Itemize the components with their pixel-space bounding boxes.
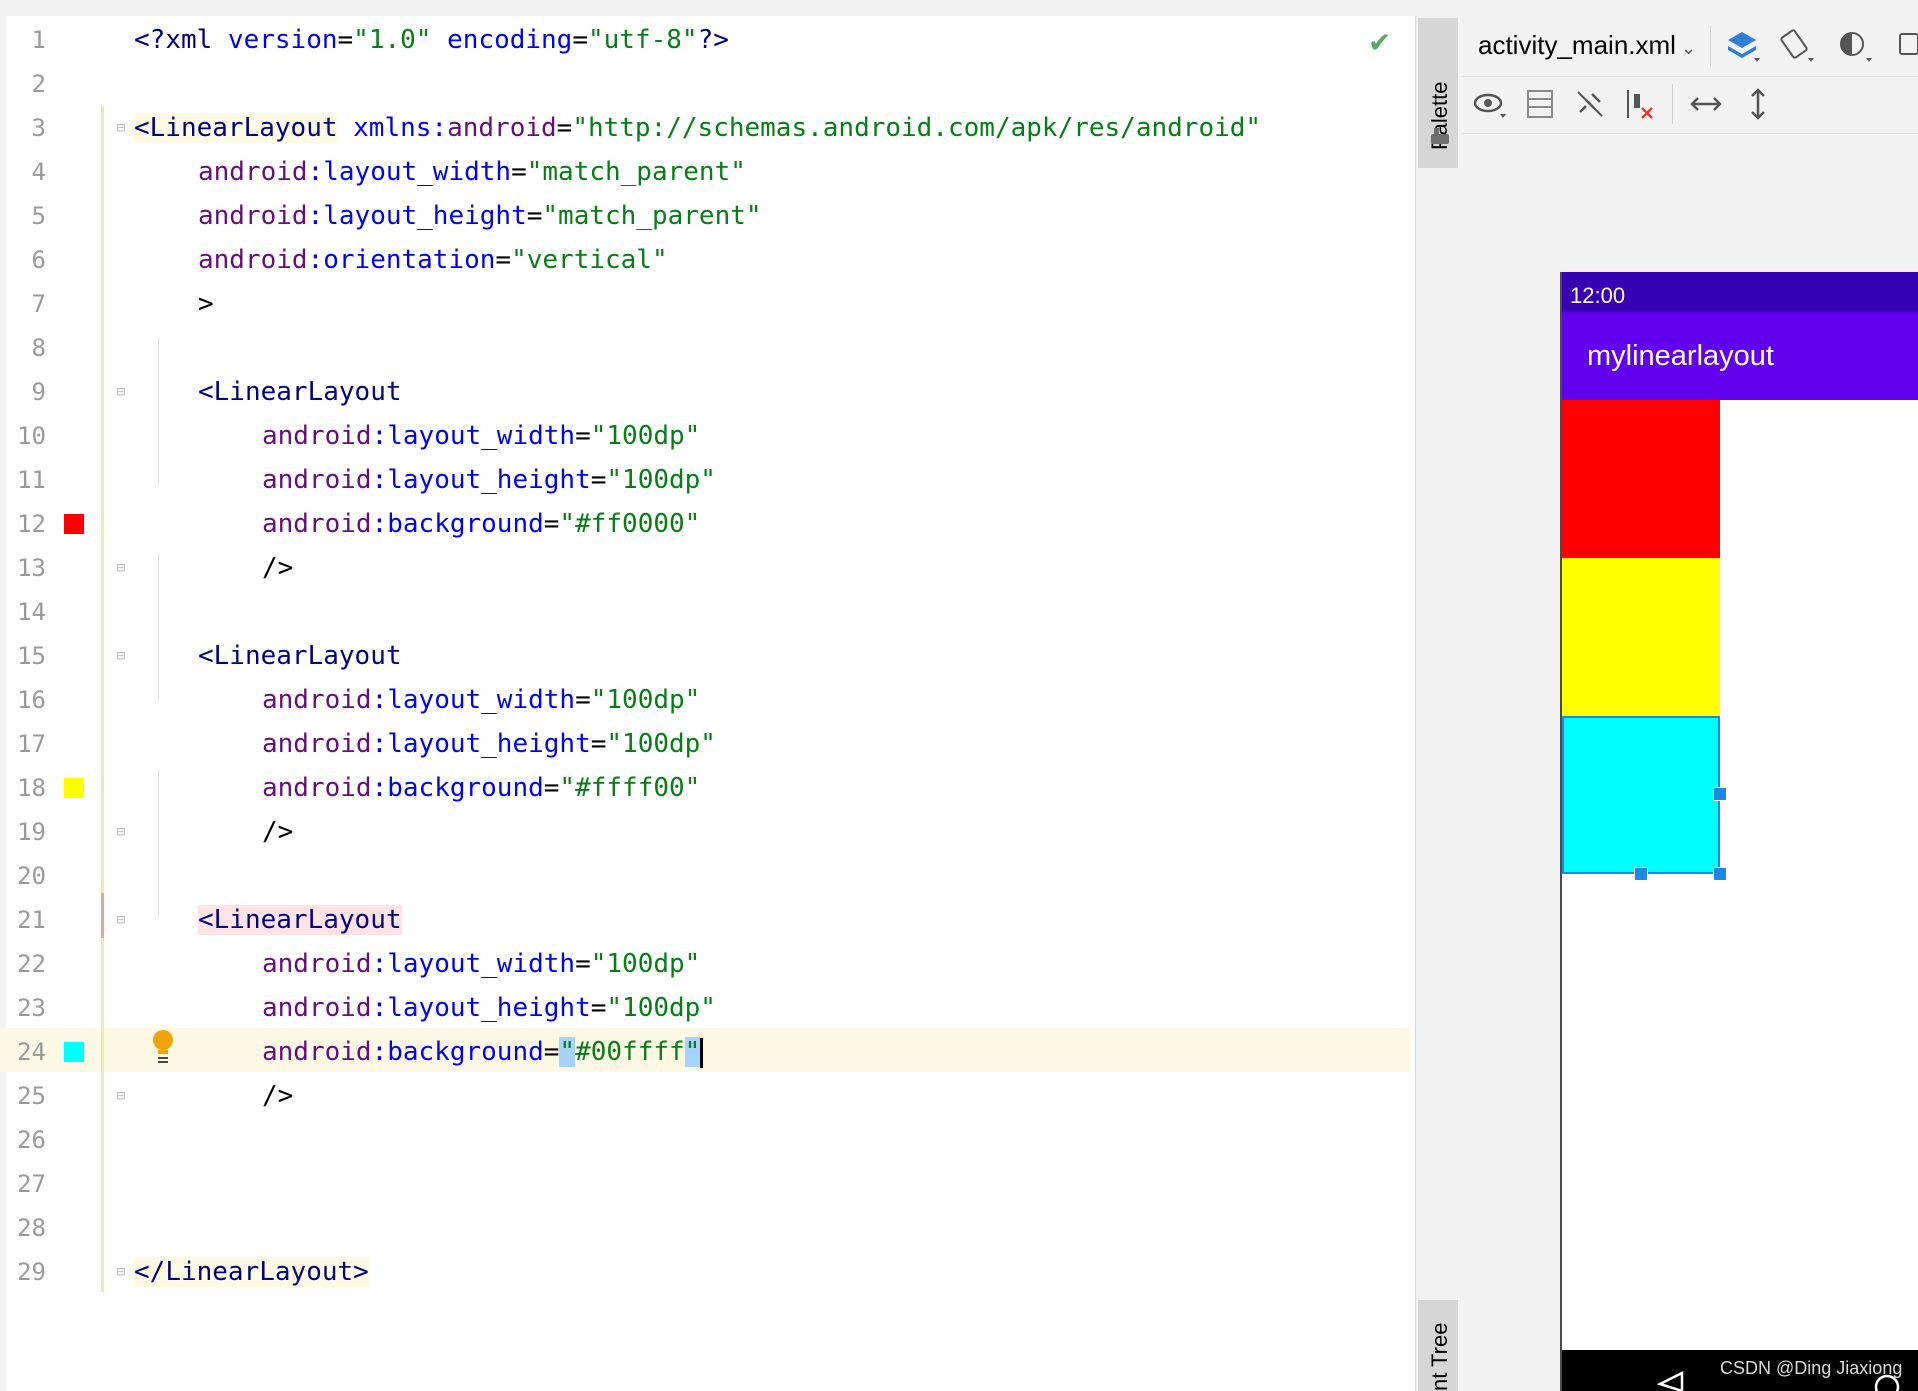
top-strip xyxy=(0,0,1918,17)
code-line-16[interactable]: android:layout_width="100dp" xyxy=(262,678,700,722)
code-line-25[interactable]: /> xyxy=(262,1074,293,1118)
line-number: 28 xyxy=(17,1214,46,1242)
code-line-22[interactable]: android:layout_width="100dp" xyxy=(262,942,700,986)
code-line-24[interactable]: android:background="#00ffff" xyxy=(262,1030,704,1074)
preview-box-red[interactable] xyxy=(1562,400,1720,558)
code-line-11[interactable]: android:layout_height="100dp" xyxy=(262,458,716,502)
view-options-icon[interactable] xyxy=(1472,86,1512,122)
toolbar-separator xyxy=(1710,26,1711,66)
line-number: 4 xyxy=(31,158,46,186)
expand-vertical-icon[interactable] xyxy=(1740,86,1776,122)
check-icon: ✔ xyxy=(1368,26,1392,59)
watermark: CSDN @Ding Jiaxiong xyxy=(1720,1358,1903,1378)
code-line-10[interactable]: android:layout_width="100dp" xyxy=(262,414,700,458)
line-number: 16 xyxy=(17,686,46,714)
line-number: 25 xyxy=(17,1082,46,1110)
blueprint-icon[interactable] xyxy=(1522,86,1558,122)
code-line-4[interactable]: android:layout_width="match_parent" xyxy=(198,150,746,194)
toolbar-separator xyxy=(1672,84,1673,124)
line-number: 24 xyxy=(17,1038,46,1066)
code-line-5[interactable]: android:layout_height="match_parent" xyxy=(198,194,762,238)
line-number: 15 xyxy=(17,642,46,670)
line-number: 27 xyxy=(17,1170,46,1198)
fold-marker-icon[interactable]: ⊟ xyxy=(113,1088,129,1104)
code-line-21[interactable]: <LinearLayout xyxy=(198,898,402,942)
resize-handle[interactable] xyxy=(1713,867,1727,881)
line-number: 23 xyxy=(17,994,46,1022)
code-line-9[interactable]: <LinearLayout xyxy=(198,370,402,414)
orientation-icon[interactable] xyxy=(1776,26,1816,66)
fold-marker-icon[interactable]: ⊟ xyxy=(113,648,129,664)
line-number: 13 xyxy=(17,554,46,582)
line-number: 5 xyxy=(31,202,46,230)
lightbulb-icon[interactable] xyxy=(150,1028,176,1068)
code-line-17[interactable]: android:layout_height="100dp" xyxy=(262,722,716,766)
line-number: 19 xyxy=(17,818,46,846)
component-tree-tab-label: nt Tree xyxy=(1427,1322,1452,1391)
fold-marker-icon[interactable]: ⊟ xyxy=(113,912,129,928)
code-line-15[interactable]: <LinearLayout xyxy=(198,634,402,678)
line-number: 6 xyxy=(31,246,46,274)
color-swatch-cyan[interactable] xyxy=(64,1042,84,1062)
device-icon[interactable] xyxy=(1894,26,1918,66)
line-number: 10 xyxy=(17,422,46,450)
file-dropdown[interactable]: activity_main.xml ⌄ xyxy=(1478,30,1696,61)
code-line-19[interactable]: /> xyxy=(262,810,293,854)
line-number: 17 xyxy=(17,730,46,758)
preview-box-yellow[interactable] xyxy=(1562,558,1720,716)
color-swatch-yellow[interactable] xyxy=(64,778,84,798)
line-number: 29 xyxy=(17,1258,46,1286)
code-line-18[interactable]: android:background="#ffff00" xyxy=(262,766,700,810)
expand-horizontal-icon[interactable] xyxy=(1688,86,1724,122)
fold-marker-icon[interactable]: ⊟ xyxy=(113,560,129,576)
code-line-7[interactable]: > xyxy=(198,282,214,326)
theme-icon[interactable] xyxy=(1834,26,1874,66)
chevron-down-icon: ⌄ xyxy=(1675,38,1697,58)
fold-marker-icon[interactable]: ⊟ xyxy=(113,1264,129,1280)
code-line-6[interactable]: android:orientation="vertical" xyxy=(198,238,668,282)
line-number: 1 xyxy=(31,26,46,54)
file-dropdown-label: activity_main.xml xyxy=(1478,30,1676,60)
code-line-3[interactable]: <LinearLayout xmlns:android="http://sche… xyxy=(134,106,1261,150)
palette-icon xyxy=(1431,128,1449,144)
preview-box-cyan-selected[interactable] xyxy=(1562,716,1720,874)
side-tool-strip xyxy=(1415,16,1463,1391)
status-time: 12:00 xyxy=(1570,283,1626,308)
autoconnect-icon[interactable] xyxy=(1572,86,1608,122)
line-number: 12 xyxy=(17,510,46,538)
line-number: 7 xyxy=(31,290,46,318)
clear-constraints-icon[interactable] xyxy=(1622,86,1658,122)
line-number: 3 xyxy=(31,114,46,142)
fold-marker-icon[interactable]: ⊟ xyxy=(113,120,129,136)
line-number: 26 xyxy=(17,1126,46,1154)
line-number: 8 xyxy=(31,334,46,362)
back-icon[interactable] xyxy=(1656,1370,1686,1391)
line-number: 11 xyxy=(17,466,46,494)
code-line-29[interactable]: </LinearLayout> xyxy=(134,1250,369,1294)
code-line-12[interactable]: android:background="#ff0000" xyxy=(262,502,700,546)
line-number: 14 xyxy=(17,598,46,626)
text-caret xyxy=(700,1037,704,1068)
line-number: 21 xyxy=(17,906,46,934)
fold-marker-icon[interactable]: ⊟ xyxy=(113,384,129,400)
line-number: 18 xyxy=(17,774,46,802)
line-number: 22 xyxy=(17,950,46,978)
line-number: 9 xyxy=(31,378,46,406)
line-number: 2 xyxy=(31,70,46,98)
code-line-23[interactable]: android:layout_height="100dp" xyxy=(262,986,716,1030)
fold-marker-icon[interactable]: ⊟ xyxy=(113,824,129,840)
color-swatch-red[interactable] xyxy=(64,514,84,534)
line-number: 20 xyxy=(17,862,46,890)
code-line-13[interactable]: /> xyxy=(262,546,293,590)
resize-handle[interactable] xyxy=(1713,787,1727,801)
resize-handle[interactable] xyxy=(1634,867,1648,881)
app-title: mylinearlayout xyxy=(1587,340,1774,372)
code-line-1[interactable]: <?xml version="1.0" encoding="utf-8"?> xyxy=(134,18,729,62)
design-surface-icon[interactable] xyxy=(1722,26,1762,66)
